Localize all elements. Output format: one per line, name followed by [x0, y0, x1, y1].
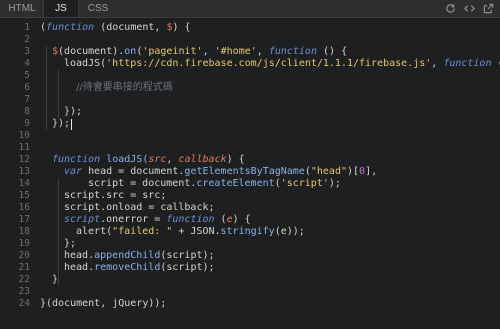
- code-line: }: [52, 274, 59, 285]
- toolbar-icons: [445, 0, 494, 17]
- code-icon[interactable]: [464, 3, 475, 14]
- editor-tab-bar: HTML JS CSS: [0, 0, 500, 18]
- line-number: 9: [24, 118, 30, 129]
- code-line: script.onerror = function (e) {: [64, 214, 251, 225]
- line-number: 23: [18, 286, 30, 297]
- code-line: $(document).on('pageinit', '#home', func…: [52, 46, 348, 57]
- code-line: }(document, jQuery));: [40, 298, 167, 309]
- indent-guide: [58, 70, 59, 118]
- line-number: 21: [18, 262, 30, 273]
- code-text-area[interactable]: (function (document, $) { $(document).on…: [40, 18, 500, 329]
- code-editor-window: HTML JS CSS 1 2 3 4 5 6 7 8 9 10 11 12 1…: [0, 0, 500, 329]
- code-line: var head = document.getElementsByTagName…: [64, 166, 378, 177]
- code-line: };: [64, 238, 77, 249]
- code-line: (function (document, $) {: [40, 22, 191, 33]
- line-number: 15: [18, 190, 30, 201]
- line-number: 6: [24, 82, 30, 93]
- line-number: 4: [24, 58, 30, 69]
- line-number: 5: [24, 70, 30, 81]
- indent-guide: [46, 46, 47, 130]
- line-number: 3: [24, 46, 30, 57]
- code-line: });: [52, 118, 71, 129]
- line-number: 10: [18, 130, 30, 141]
- code-line: script = document.createElement('script'…: [88, 178, 341, 189]
- code-line: alert("failed: " + JSON.stringify(e));: [76, 226, 305, 237]
- line-number-gutter: 1 2 3 4 5 6 7 8 9 10 11 12 13 14 15 16 1…: [0, 18, 34, 329]
- line-number: 17: [18, 214, 30, 225]
- line-number: 12: [18, 154, 30, 165]
- code-comment: //待會要串接的程式碼: [76, 82, 173, 93]
- line-number: 24: [18, 298, 30, 309]
- line-number: 16: [18, 202, 30, 213]
- popout-icon[interactable]: [483, 3, 494, 14]
- line-number: 14: [18, 178, 30, 189]
- line-number: 19: [18, 238, 30, 249]
- line-number: 20: [18, 250, 30, 261]
- code-line: });: [64, 106, 83, 117]
- text-cursor: [71, 119, 72, 130]
- line-number: 13: [18, 166, 30, 177]
- code-line: function loadJS(src, callback) {: [52, 154, 245, 165]
- line-number: 11: [18, 142, 30, 153]
- tab-css[interactable]: CSS: [80, 0, 116, 17]
- indent-guide: [58, 178, 59, 286]
- code-line: script.src = src;: [64, 190, 167, 201]
- refresh-icon[interactable]: [445, 3, 456, 14]
- tab-html[interactable]: HTML: [4, 0, 40, 17]
- code-line: loadJS('https://cdn.firebase.com/js/clie…: [64, 58, 500, 69]
- code-line: script.onload = callback;: [64, 202, 215, 213]
- tab-js[interactable]: JS: [43, 0, 79, 17]
- line-number: 7: [24, 94, 30, 105]
- line-number: 8: [24, 106, 30, 117]
- line-number: 1: [24, 22, 30, 33]
- line-number: 22: [18, 274, 30, 285]
- line-number: 2: [24, 34, 30, 45]
- code-line: head.removeChild(script);: [64, 262, 215, 273]
- line-number: 18: [18, 226, 30, 237]
- code-line: head.appendChild(script);: [64, 250, 215, 261]
